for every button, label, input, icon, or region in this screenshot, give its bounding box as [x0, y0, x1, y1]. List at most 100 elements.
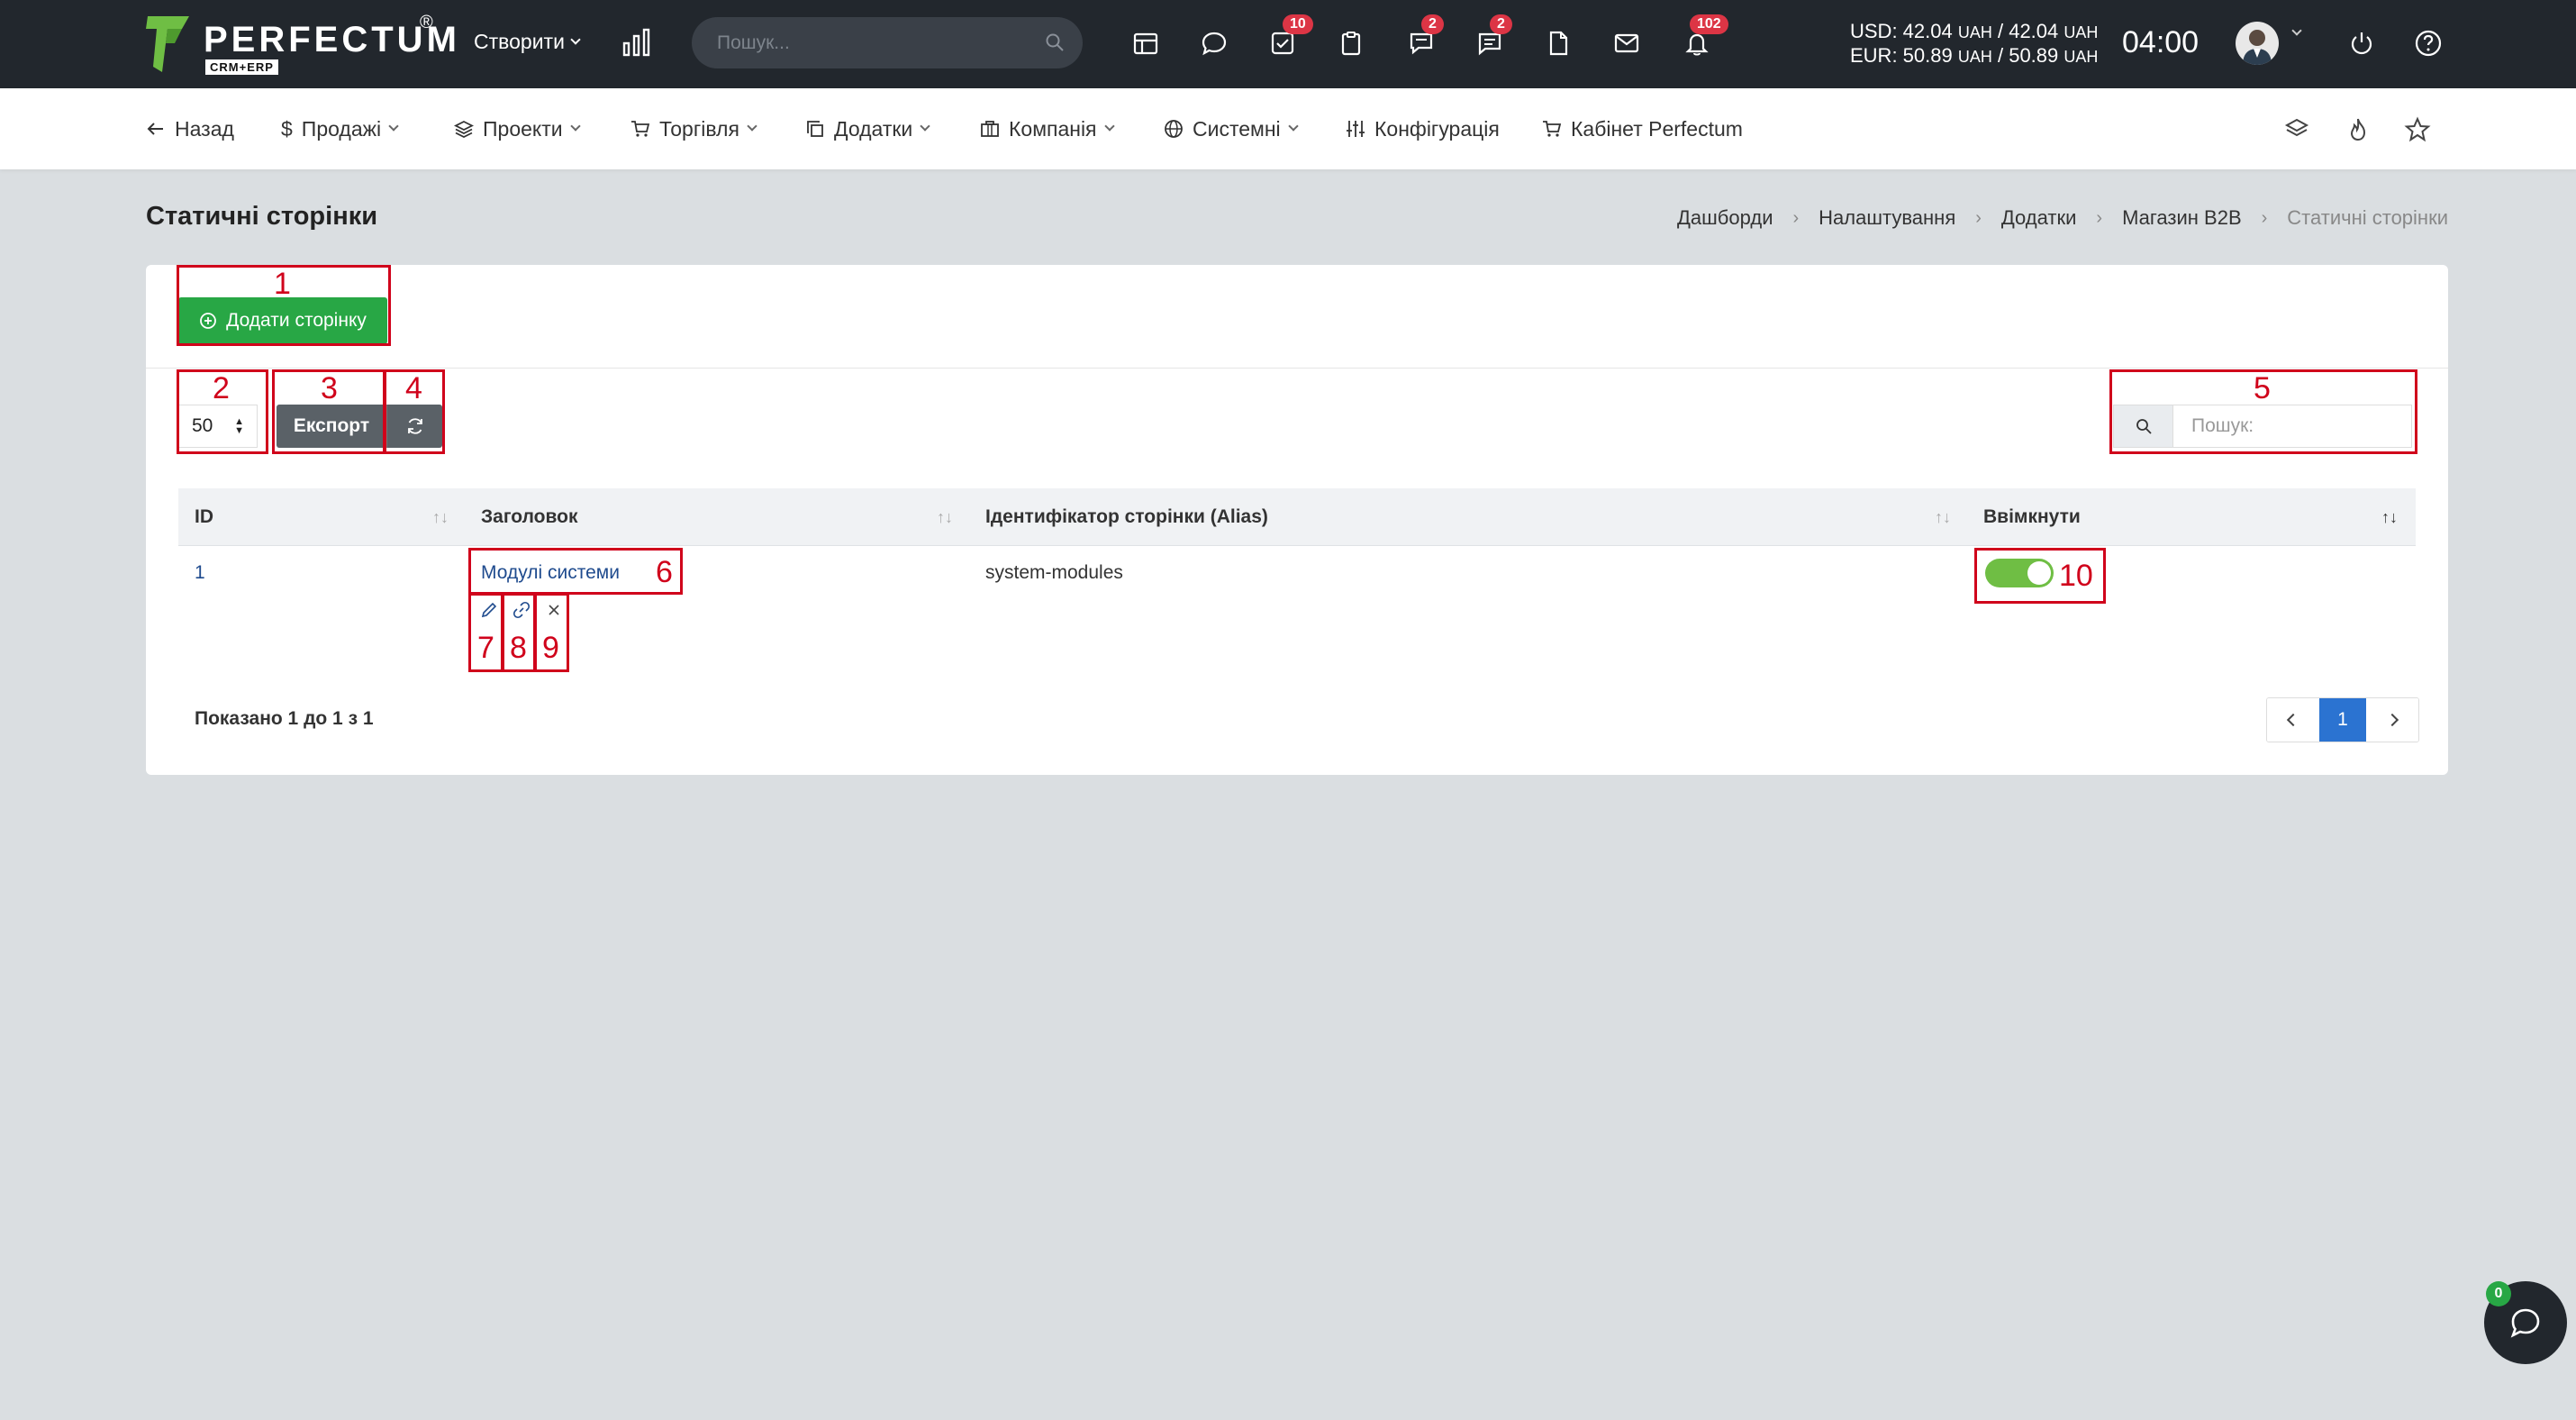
avatar[interactable] — [2236, 22, 2279, 65]
help-icon[interactable] — [2410, 25, 2446, 61]
nav-system[interactable]: Системні — [1164, 115, 1299, 142]
annotation-number: 3 — [321, 371, 338, 405]
eur-rate: EUR: 50.89 UAH / 50.89 UAH — [1850, 44, 2099, 67]
column-header-id[interactable]: ID — [195, 488, 213, 546]
annotation-number: 9 — [542, 631, 559, 665]
column-header-alias[interactable]: Ідентифікатор сторінки (Alias) — [985, 488, 1268, 546]
mail-icon[interactable] — [1609, 25, 1645, 61]
annotation-number: 8 — [510, 631, 527, 665]
power-icon[interactable] — [2344, 25, 2380, 61]
globe-icon — [1165, 120, 1183, 138]
chevron-down-icon — [388, 121, 399, 132]
bell-icon[interactable]: 102 — [1679, 14, 1728, 61]
chevron-down-icon — [1287, 121, 1299, 132]
chevron-down-icon — [1103, 121, 1115, 132]
row-id[interactable]: 1 — [195, 562, 205, 584]
pagination-next[interactable] — [2366, 698, 2418, 742]
chevron-right-icon: › — [2096, 207, 2103, 228]
clock: 04:00 — [2122, 25, 2200, 59]
sliders-icon — [1347, 121, 1365, 137]
breadcrumb-item[interactable]: Дашборди — [1677, 206, 1773, 230]
table-info: Показано 1 до 1 з 1 — [195, 708, 374, 729]
top-bar: PERFECTUM ® CRM+ERP Створити 10 2 2 — [0, 0, 2576, 88]
breadcrumb-current: Статичні сторінки — [2287, 206, 2448, 229]
layers-icon[interactable] — [2282, 115, 2311, 144]
annotation-number: 6 — [656, 555, 673, 589]
star-icon[interactable] — [2403, 115, 2432, 144]
logo[interactable]: PERFECTUM ® CRM+ERP — [144, 13, 457, 76]
nav-sales[interactable]: $ Продажі — [281, 115, 399, 142]
main-nav: Назад $ Продажі Проекти Торгівля Додатки… — [0, 88, 2576, 169]
discussion-badge: 2 — [1421, 14, 1444, 34]
nav-projects[interactable]: Проекти — [454, 115, 581, 142]
discussion-icon[interactable]: 2 — [1403, 14, 1444, 61]
currency-rates: USD: 42.04 UAH / 42.04 UAH EUR: 50.89 UA… — [1850, 20, 2098, 68]
logo-registered: ® — [420, 13, 433, 32]
create-menu[interactable]: Створити — [474, 30, 581, 54]
annotation-number: 2 — [213, 371, 230, 405]
breadcrumb-item[interactable]: Налаштування — [1819, 206, 1955, 230]
chevron-left-icon — [2286, 713, 2300, 727]
nav-addons[interactable]: Додатки — [805, 115, 930, 142]
chat-badge: 0 — [2486, 1281, 2511, 1306]
nav-back[interactable]: Назад — [146, 115, 234, 142]
nav-config[interactable]: Конфігурація — [1346, 115, 1500, 142]
nav-company[interactable]: Компанія — [980, 115, 1115, 142]
tasks-badge: 10 — [1283, 14, 1313, 34]
calendar-table-icon[interactable] — [1128, 25, 1164, 61]
chevron-right-icon: › — [1975, 207, 1982, 228]
column-header-enabled[interactable]: Ввімкнути — [1983, 488, 2081, 546]
clipboard-icon[interactable] — [1333, 25, 1369, 61]
pagination-page[interactable]: 1 — [2319, 698, 2366, 742]
breadcrumb: Дашборди › Налаштування › Додатки › Мага… — [1677, 206, 2448, 230]
annotation-number: 10 — [2059, 559, 2093, 593]
briefcase-icon — [981, 121, 999, 137]
sort-icon[interactable]: ↑↓ — [1935, 508, 1951, 527]
bar-chart-icon[interactable] — [621, 27, 652, 58]
tasks-check-icon[interactable]: 10 — [1265, 14, 1313, 61]
nav-trade[interactable]: Торгівля — [630, 115, 757, 142]
usd-rate: USD: 42.04 UAH / 42.04 UAH — [1850, 20, 2099, 42]
static-pages-card: Додати сторінку 50 ▲▼ Експорт ID ↑↓ Заго… — [146, 265, 2448, 775]
page-title: Статичні сторінки — [146, 202, 378, 231]
messages-icon[interactable]: 2 — [1472, 14, 1512, 61]
chevron-down-icon — [920, 121, 930, 132]
sort-icon[interactable]: ↑↓ — [937, 508, 953, 527]
chevron-down-icon — [569, 121, 581, 132]
logo-icon — [146, 16, 189, 72]
chevron-down-icon[interactable] — [2291, 25, 2302, 36]
pagination-prev[interactable] — [2267, 698, 2319, 742]
annotation-number: 7 — [477, 631, 494, 665]
sort-icon[interactable]: ↑↓ — [432, 508, 449, 527]
nav-cabinet[interactable]: Кабінет Perfectum — [1542, 115, 1743, 142]
dollar-icon: $ — [281, 116, 293, 141]
column-header-title[interactable]: Заголовок — [481, 488, 577, 546]
sort-desc-icon[interactable]: ↑↓ — [2381, 508, 2398, 527]
create-menu-label: Створити — [474, 30, 565, 53]
arrow-left-icon — [147, 123, 163, 135]
breadcrumb-item[interactable]: Додатки — [2001, 206, 2076, 230]
chat-icon — [2510, 1308, 2540, 1338]
document-icon[interactable] — [1540, 25, 1576, 61]
row-alias: system-modules — [985, 562, 1123, 583]
layers-icon — [454, 120, 474, 139]
copy-icon — [807, 121, 823, 137]
logo-subtitle: CRM+ERP — [205, 59, 278, 75]
global-search-input[interactable] — [717, 17, 1041, 68]
annotation-box-6 — [468, 548, 683, 595]
notifications-badge: 102 — [1690, 14, 1728, 34]
fire-icon[interactable] — [2344, 115, 2372, 144]
chevron-right-icon — [2385, 713, 2399, 727]
chevron-down-icon — [570, 33, 581, 45]
user-avatar-icon — [2243, 30, 2272, 65]
chat-bubble-icon[interactable] — [1196, 25, 1232, 61]
cart-icon — [1543, 121, 1562, 137]
chevron-down-icon — [747, 121, 757, 132]
annotation-number: 5 — [2254, 371, 2271, 405]
cart-icon — [631, 121, 650, 137]
breadcrumb-item[interactable]: Магазин B2B — [2122, 206, 2242, 230]
global-search[interactable] — [692, 17, 1083, 68]
chevron-right-icon: › — [2261, 207, 2268, 228]
annotation-number: 1 — [274, 267, 291, 301]
chevron-right-icon: › — [1792, 207, 1800, 228]
